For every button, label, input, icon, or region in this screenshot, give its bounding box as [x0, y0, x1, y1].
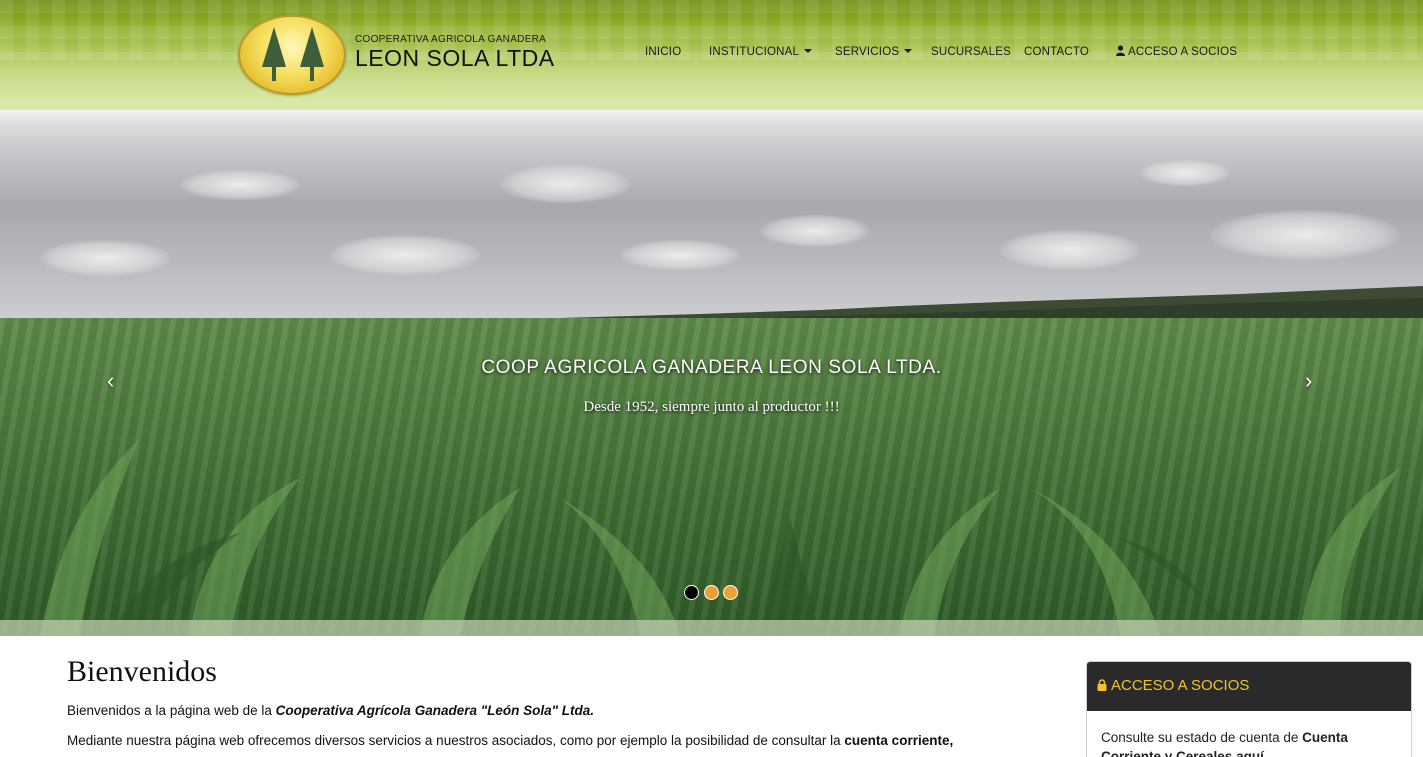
sky-top-band — [0, 110, 1423, 126]
carousel-indicator-3[interactable] — [723, 585, 738, 600]
panel-heading: ACCESO A SOCIOS — [1087, 662, 1411, 711]
user-icon — [1116, 45, 1125, 56]
nav-sucursales[interactable]: SUCURSALES — [931, 44, 1011, 60]
nav-acceso-socios-label: ACCESO A SOCIOS — [1128, 46, 1238, 58]
cloud — [500, 165, 630, 203]
intro-text: Bienvenidos a la página web de la — [67, 703, 276, 718]
caret-down-icon — [904, 49, 913, 53]
nav-sucursales-label: SUCURSALES — [931, 46, 1011, 58]
panel-body: Consulte su estado de cuenta de Cuenta C… — [1101, 728, 1401, 757]
services-text: Mediante nuestra página web ofrecemos di… — [67, 733, 845, 748]
acceso-socios-panel: ACCESO A SOCIOS Consulte su estado de cu… — [1086, 661, 1412, 757]
brand-title[interactable]: LEON SOLA LTDA — [355, 45, 555, 72]
nav-inicio-label: INICIO — [645, 46, 682, 58]
nav-institucional-label: INSTITUCIONAL — [709, 46, 800, 58]
nav-contacto[interactable]: CONTACTO — [1024, 44, 1089, 60]
cloud — [1140, 160, 1230, 186]
slide-caption-title: COOP AGRICOLA GANADERA LEON SOLA LTDA. — [481, 357, 942, 378]
cloud — [1000, 230, 1140, 270]
cloud — [1210, 210, 1400, 260]
carousel-indicator-1[interactable] — [684, 585, 699, 600]
nav-inicio[interactable]: INICIO — [645, 44, 681, 60]
cloud — [620, 240, 740, 270]
services-paragraph: Mediante nuestra página web ofrecemos di… — [67, 733, 953, 748]
nav-servicios[interactable]: SERVICIOS — [835, 44, 913, 60]
carousel-bottom-band — [0, 620, 1423, 636]
cloud — [330, 235, 480, 275]
nav-acceso-socios[interactable]: ACCESO A SOCIOS — [1116, 44, 1237, 60]
caret-down-icon — [804, 49, 813, 53]
intro-coop-name: Cooperativa Agrícola Ganadera "León Sola… — [275, 703, 595, 718]
services-bold-text: cuenta corriente, — [844, 733, 954, 748]
panel-body-text: Consulte su estado de cuenta de — [1101, 730, 1303, 745]
intro-paragraph: Bienvenidos a la página web de la Cooper… — [67, 703, 594, 718]
nav-contacto-label: CONTACTO — [1024, 46, 1090, 58]
cloud — [760, 215, 870, 247]
lock-icon — [1097, 679, 1107, 691]
carousel-indicator-2[interactable] — [704, 585, 719, 600]
logo[interactable] — [238, 15, 346, 95]
carousel-next-button[interactable]: › — [1305, 368, 1312, 394]
brand-subtitle: COOPERATIVA AGRICOLA GANADERA — [355, 34, 547, 45]
panel-title: ACCESO A SOCIOS — [1111, 677, 1250, 694]
twin-pine-trees-logo-icon — [262, 27, 324, 81]
nav-servicios-label: SERVICIOS — [835, 46, 900, 58]
nav-institucional[interactable]: INSTITUCIONAL — [709, 44, 813, 60]
slide-caption-subtitle: Desde 1952, siempre junto al productor !… — [583, 399, 840, 415]
page-title: Bienvenidos — [67, 655, 217, 688]
cloud — [40, 240, 170, 276]
site-header: COOPERATIVA AGRICOLA GANADERA LEON SOLA … — [0, 0, 1423, 110]
hero-carousel[interactable]: COOP AGRICOLA GANADERA LEON SOLA LTDA. D… — [0, 110, 1423, 636]
carousel-prev-button[interactable]: ‹ — [107, 368, 114, 394]
cloud — [180, 170, 300, 200]
